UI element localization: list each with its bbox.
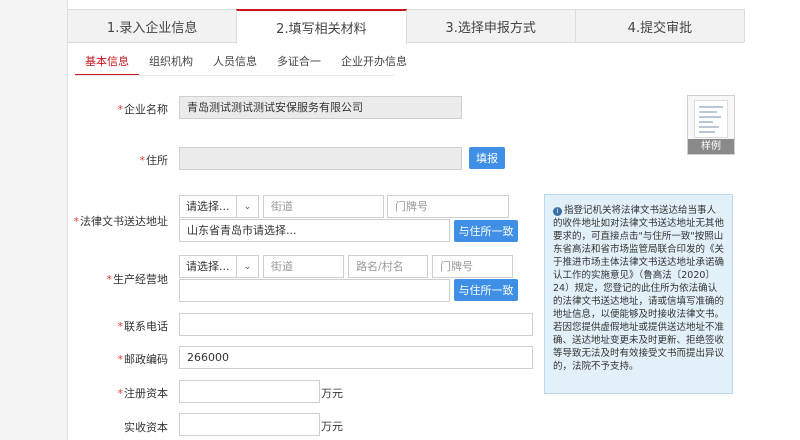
- postcode-label-text: 邮政编码: [124, 353, 168, 366]
- required-mark: *: [106, 273, 113, 286]
- legal-address-label: *法律文书送达地址: [58, 213, 169, 229]
- step-fill-materials[interactable]: 2.填写相关材料: [236, 9, 407, 44]
- business-region-field[interactable]: [179, 279, 450, 302]
- tab-multi-certificate[interactable]: 多证合一: [267, 52, 331, 76]
- company-name-label: *企业名称: [58, 101, 169, 117]
- step-tabs: 1.录入企业信息 2.填写相关材料 3.选择申报方式 4.提交审批: [67, 9, 745, 44]
- business-same-as-address-button[interactable]: 与住所一致: [454, 279, 518, 301]
- tab-opening-info[interactable]: 企业开办信息: [331, 52, 417, 76]
- phone-label: *联系电话: [58, 318, 169, 334]
- info-icon: i: [553, 207, 562, 216]
- sub-tabs: 基本信息 组织机构 人员信息 多证合一 企业开办信息: [75, 52, 417, 76]
- required-mark: *: [117, 320, 124, 333]
- legal-street-input[interactable]: 街道: [263, 195, 384, 218]
- required-mark: *: [117, 353, 124, 366]
- tab-basic-info[interactable]: 基本信息: [75, 52, 139, 76]
- phone-label-text: 联系电话: [124, 320, 168, 333]
- fill-address-button[interactable]: 填报: [469, 147, 505, 169]
- legal-address-region-select[interactable]: 请选择... ⌄: [179, 195, 259, 218]
- legal-region-field[interactable]: 山东省青岛市请选择...: [179, 219, 450, 242]
- registered-capital-label-text: 注册资本: [124, 387, 168, 400]
- required-mark: *: [117, 387, 124, 400]
- required-mark: *: [73, 215, 80, 228]
- chevron-down-icon: ⌄: [236, 196, 258, 217]
- business-region-select[interactable]: 请选择... ⌄: [179, 255, 259, 278]
- business-door-input[interactable]: 门牌号: [432, 255, 513, 278]
- sample-thumbnail[interactable]: 样例: [687, 95, 735, 155]
- legal-same-as-address-button[interactable]: 与住所一致: [454, 220, 518, 242]
- step-choose-method[interactable]: 3.选择申报方式: [405, 9, 576, 42]
- business-road-input[interactable]: 路名/村名: [348, 255, 428, 278]
- legal-address-label-text: 法律文书送达地址: [80, 215, 168, 228]
- select-value: 请选择...: [186, 200, 230, 213]
- address-label: *住所: [58, 152, 169, 168]
- required-mark: *: [117, 103, 124, 116]
- address-label-text: 住所: [146, 154, 168, 167]
- document-icon: [694, 100, 728, 138]
- tab-organization[interactable]: 组织机构: [139, 52, 203, 76]
- paid-capital-label: 实收资本: [58, 419, 168, 435]
- chevron-down-icon: ⌄: [236, 256, 258, 277]
- notice-text: 指登记机关将法律文书送达给当事人的收件地址如对法律文书送达地址无其他要求的，可直…: [553, 205, 725, 372]
- phone-input[interactable]: [179, 313, 533, 336]
- registered-capital-label: *注册资本: [58, 385, 169, 401]
- legal-address-notice: i 指登记机关将法律文书送达给当事人的收件地址如对法律文书送达地址无其他要求的，可…: [544, 194, 733, 394]
- paid-capital-label-text: 实收资本: [124, 421, 168, 434]
- step-enter-company-info[interactable]: 1.录入企业信息: [67, 9, 238, 42]
- tab-personnel[interactable]: 人员信息: [203, 52, 267, 76]
- subtab-divider: [75, 75, 395, 76]
- step-submit-approval[interactable]: 4.提交审批: [574, 9, 745, 42]
- registered-capital-unit: 万元: [321, 387, 343, 400]
- business-address-label-text: 生产经营地: [113, 273, 168, 286]
- postcode-label: *邮政编码: [58, 351, 169, 367]
- legal-door-input[interactable]: 门牌号: [387, 195, 509, 218]
- postcode-input[interactable]: 266000: [179, 346, 533, 369]
- business-address-label: *生产经营地: [58, 271, 169, 287]
- registered-capital-input[interactable]: [179, 380, 320, 403]
- paid-capital-unit: 万元: [321, 420, 343, 433]
- paid-capital-input[interactable]: [179, 413, 320, 436]
- address-field[interactable]: [179, 147, 462, 170]
- company-name-label-text: 企业名称: [124, 103, 168, 116]
- sample-caption: 样例: [688, 139, 734, 154]
- required-mark: *: [139, 154, 146, 167]
- business-street-input[interactable]: 街道: [263, 255, 344, 278]
- company-name-field[interactable]: 青岛测试测试测试安保服务有限公司: [179, 96, 462, 119]
- select-value: 请选择...: [186, 260, 230, 273]
